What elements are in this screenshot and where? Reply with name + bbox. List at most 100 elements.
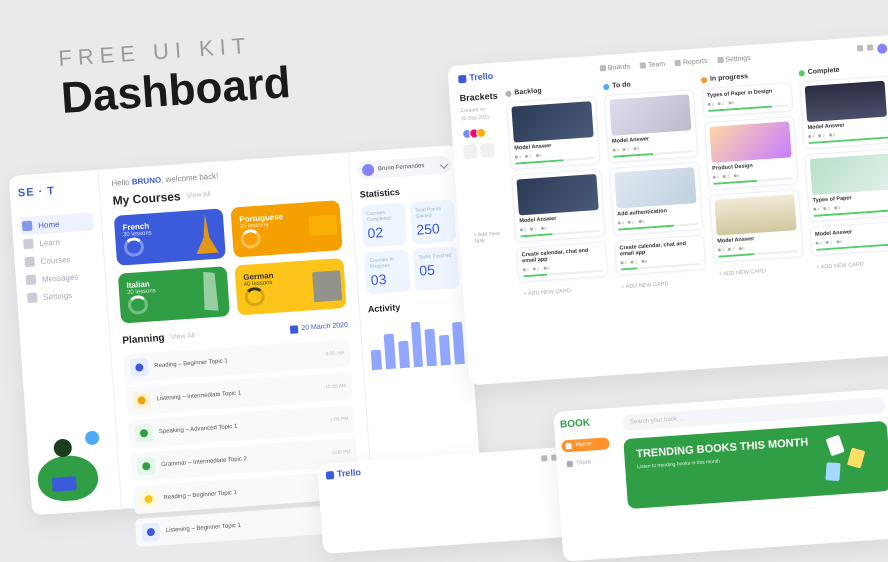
kanban-card[interactable]: Model Answer428: [709, 189, 804, 263]
trending-banner[interactable]: TRENDING BOOKS THIS MONTH Listen to tren…: [623, 421, 888, 509]
planning-date-picker[interactable]: 20 March 2020: [290, 321, 348, 333]
kanban-card[interactable]: Create calendar, chat and email app428: [516, 241, 608, 282]
nav-icon: [27, 292, 38, 303]
progress-ring: [240, 229, 261, 249]
banner-illustration: [819, 429, 883, 487]
sidebar-illustration: [35, 428, 110, 503]
activity-bar: [425, 328, 437, 366]
bell-icon[interactable]: [867, 44, 873, 50]
courses-brand-logo[interactable]: SE · T: [18, 182, 92, 199]
add-card-button[interactable]: ADD NEW CARD: [714, 262, 805, 282]
progress-ring: [244, 287, 265, 307]
card-image: [614, 167, 696, 208]
column-header: Complete: [799, 63, 888, 76]
activity-title: Activity: [368, 298, 461, 314]
mycourses-viewall-link[interactable]: View All: [186, 191, 211, 200]
activity-bar: [410, 322, 423, 368]
kanban-card[interactable]: Model Answer428: [799, 75, 888, 149]
mycourses-title: My Courses: [112, 189, 181, 208]
plan-badge: [139, 490, 158, 509]
trello-nav-team[interactable]: Team: [640, 60, 666, 69]
planning-viewall-link[interactable]: View All: [170, 333, 195, 342]
add-card-button[interactable]: ADD NEW CARD: [812, 255, 888, 275]
plan-badge: [134, 424, 153, 443]
nav-icon: [600, 65, 606, 71]
activity-bar: [452, 321, 465, 364]
column-complete: CompleteModel Answer428Types of Paper428…: [799, 63, 888, 281]
board-members[interactable]: [462, 127, 501, 140]
trello-nav-settings[interactable]: Settings: [717, 54, 751, 63]
nav-icon: [23, 239, 34, 250]
trello-logo[interactable]: Trello: [326, 467, 362, 479]
card-image: [805, 81, 887, 122]
trello-nav-boards[interactable]: Boards: [600, 63, 631, 72]
status-dot-icon: [505, 90, 511, 96]
sidebar-item-settings[interactable]: Settings: [25, 284, 99, 307]
column-in-progress: In progressTypes of Paper in Design428Pr…: [701, 70, 806, 288]
user-name: Bruno Fernandes: [378, 163, 425, 172]
activity-bar: [439, 335, 451, 366]
calendar-icon: [290, 325, 299, 334]
nav-icon: [26, 274, 37, 285]
board-action-button[interactable]: [480, 143, 495, 158]
kanban-card[interactable]: Model Answer428: [604, 89, 699, 163]
kanban-card[interactable]: Create calendar, chat and email app428: [614, 235, 706, 276]
nav-icon: [22, 221, 33, 232]
kanban-card[interactable]: Model Answer428: [511, 169, 606, 243]
nav-icon: [24, 257, 35, 268]
trello-logo[interactable]: Trello: [458, 71, 494, 83]
card-image: [609, 94, 691, 135]
progress-ring: [127, 295, 148, 315]
search-icon[interactable]: [541, 455, 547, 461]
book-nav-home[interactable]: Home: [561, 437, 610, 452]
bus-icon: [308, 214, 337, 236]
trello-mini-panel: Trello: [317, 446, 583, 554]
nav-icon: [565, 443, 571, 449]
book-logo[interactable]: BOOK: [560, 416, 609, 430]
kanban-card[interactable]: Add authentication428: [609, 162, 704, 236]
card-image: [714, 194, 796, 235]
board-action-button[interactable]: [463, 144, 478, 159]
activity-bar: [371, 350, 382, 371]
add-task-button[interactable]: Add New Task: [469, 226, 508, 249]
hero-text: FREE UI KIT Dashboard: [58, 30, 293, 124]
course-card-french[interactable]: French30 lessons: [114, 208, 226, 265]
plan-badge: [130, 358, 149, 377]
card-image: [810, 153, 888, 194]
user-menu[interactable]: Bruno Fernandes: [358, 155, 452, 179]
stat-card: Tasks Finished05: [413, 246, 460, 291]
kanban-card[interactable]: Types of Paper428: [804, 148, 888, 222]
chevron-down-icon: [440, 160, 448, 168]
add-card-button[interactable]: ADD NEW CARD: [617, 275, 708, 295]
kanban-card[interactable]: Product Design428: [704, 116, 799, 190]
book-sidebar: BOOK Home Store: [553, 408, 623, 562]
kanban-card[interactable]: Types of Paper in Design428: [702, 82, 794, 117]
nav-icon: [717, 57, 723, 63]
nav-icon: [640, 62, 646, 68]
nav-icon: [567, 461, 573, 467]
nav-icon: [675, 60, 681, 66]
course-card-german[interactable]: German40 lessons: [234, 258, 346, 315]
statistics-title: Statistics: [359, 183, 452, 199]
book-store-panel: BOOK HomeStore Search your book… TRENDIN…: [553, 388, 888, 561]
book-nav-store[interactable]: Store: [562, 455, 611, 470]
kanban-card[interactable]: Model Answer428: [810, 221, 888, 256]
gate-icon: [312, 270, 342, 302]
card-image: [517, 174, 599, 215]
kanban-card[interactable]: Model Answer428: [506, 96, 601, 170]
search-icon[interactable]: [857, 45, 863, 51]
avatar[interactable]: [877, 43, 888, 54]
planning-title: Planning: [122, 333, 165, 347]
column-header: In progress: [701, 70, 791, 83]
course-card-italian[interactable]: Italian20 lessons: [118, 266, 230, 323]
add-card-button[interactable]: ADD NEW CARD: [519, 281, 610, 301]
status-dot-icon: [701, 77, 707, 83]
board-title: Brackets: [459, 91, 498, 104]
stat-card: Total Points Gained250: [409, 199, 456, 244]
trello-nav-reports[interactable]: Reports: [675, 57, 708, 66]
course-card-portuguese[interactable]: Portuguese25 lessons: [230, 200, 342, 257]
status-dot-icon: [603, 83, 609, 89]
plan-badge: [141, 522, 160, 541]
trello-board-panel: Trello Boards Team Reports Settings Bracket…: [447, 35, 888, 386]
plan-badge: [137, 457, 156, 476]
